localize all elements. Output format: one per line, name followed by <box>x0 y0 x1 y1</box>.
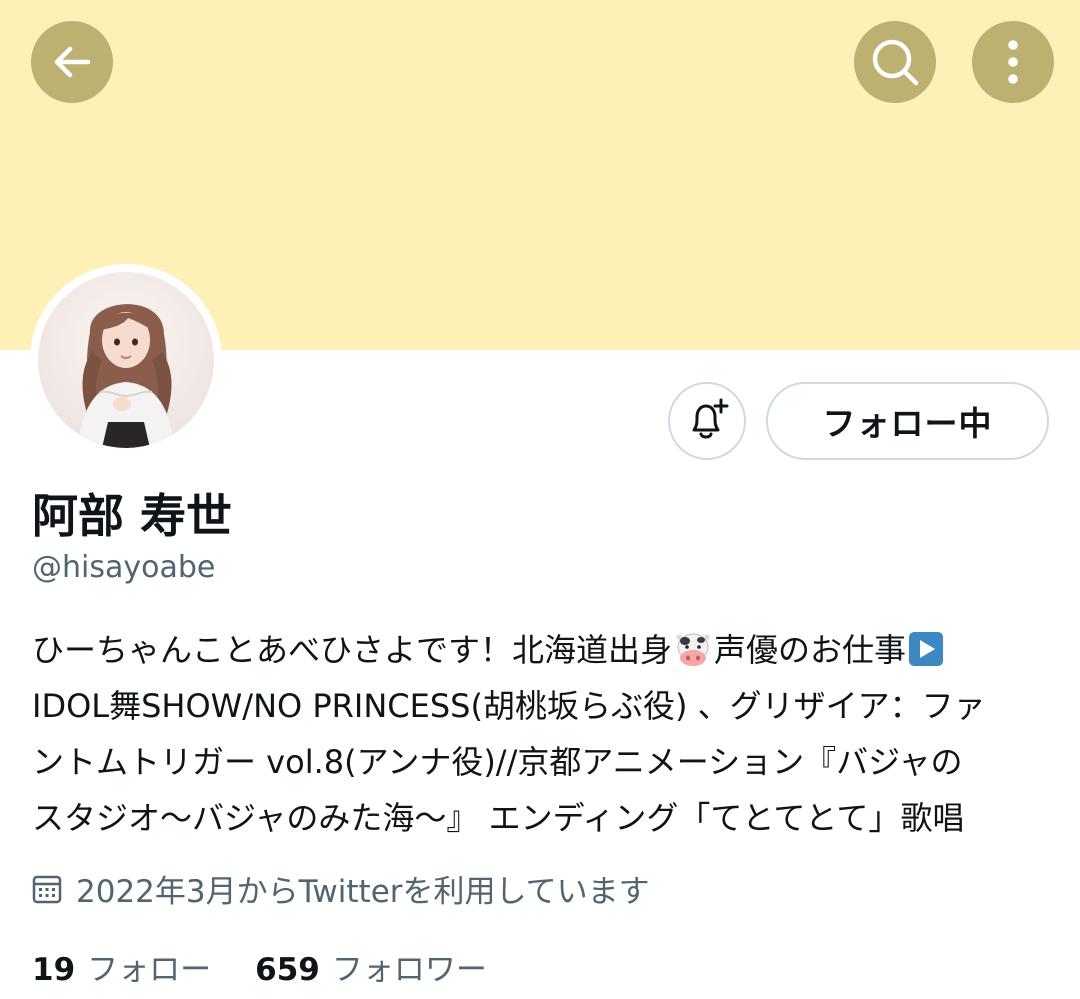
bio-line: ひーちゃんことあべひさよです！北海道出身 声優のお仕事 <box>32 622 1062 678</box>
following-count: 19 <box>32 952 76 988</box>
bio-line: ントムトリガー vol.8(アンナ役)//京都アニメーション『バジャの <box>32 743 963 781</box>
more-vertical-icon <box>1008 40 1018 84</box>
cow-face-icon <box>676 633 710 666</box>
back-button[interactable] <box>31 21 113 103</box>
avatar-photo <box>38 272 214 448</box>
play-button-icon <box>909 632 944 666</box>
search-icon <box>872 39 919 86</box>
calendar-icon <box>32 875 62 903</box>
followers-link[interactable]: 659 フォロワー <box>255 944 487 989</box>
joined-date: 2022年3月からTwitterを利用しています <box>32 866 650 911</box>
bio-line: スタジオ〜バジャのみた海〜』 エンディング「てとてとて」歌唱 <box>32 799 965 837</box>
following-button[interactable]: フォロー中 <box>766 382 1049 460</box>
bio-line: IDOL舞SHOW/NO PRINCESS(胡桃坂らぶ役) 、グリザイア：ファ <box>32 687 986 725</box>
followers-count: 659 <box>255 952 320 988</box>
bell-plus-icon <box>692 398 729 439</box>
followers-label: フォロワー <box>331 952 487 988</box>
search-button[interactable] <box>854 21 936 103</box>
follow-stats: 19 フォロー 659 フォロワー <box>32 944 487 989</box>
profile-bio: ひーちゃんことあべひさよです！北海道出身 声優のお仕事 IDOL舞SHOW/NO… <box>32 622 1062 846</box>
arrow-left-icon <box>54 46 91 78</box>
avatar[interactable] <box>30 264 222 456</box>
following-label: フォロー <box>87 952 212 988</box>
following-link[interactable]: 19 フォロー <box>32 944 211 989</box>
more-options-button[interactable] <box>972 21 1054 103</box>
joined-text: 2022年3月からTwitterを利用しています <box>76 874 650 910</box>
notify-button[interactable] <box>668 382 746 460</box>
bio-text: 声優のお仕事 <box>714 631 907 669</box>
user-handle: @hisayoabe <box>32 550 216 585</box>
bio-text: ひーちゃんことあべひさよです！北海道出身 <box>32 631 673 669</box>
display-name: 阿部 寿世 <box>32 489 233 543</box>
